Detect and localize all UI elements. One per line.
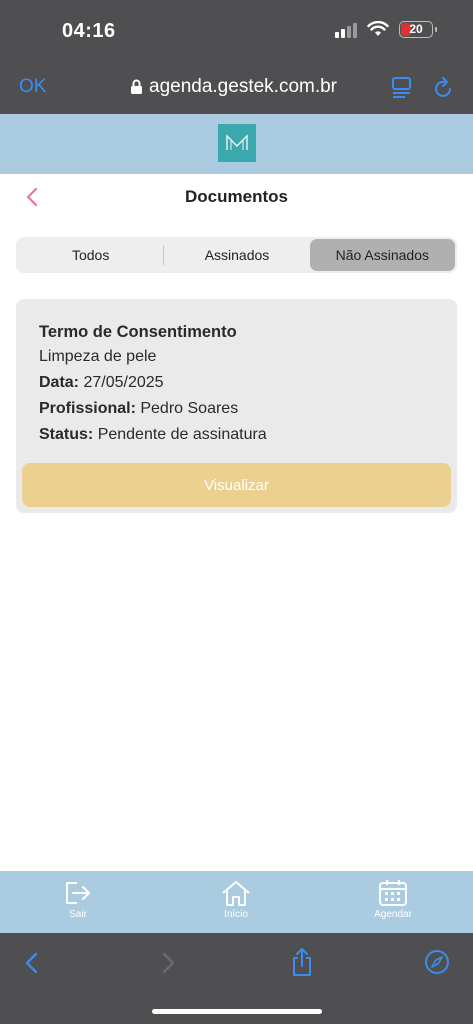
browser-address-bar: OK agenda.gestek.com.br (0, 62, 473, 114)
reload-icon[interactable] (433, 76, 455, 100)
home-icon (222, 881, 250, 906)
browser-toolbar (0, 933, 473, 1024)
logout-icon (66, 882, 90, 904)
document-filter-tabs: Todos Assinados Não Assinados (16, 237, 457, 273)
status-label: Status: (39, 426, 94, 443)
professional-value: Pedro Soares (140, 400, 239, 417)
view-document-button[interactable]: Visualizar (22, 463, 451, 507)
share-icon[interactable] (290, 947, 314, 977)
app-header (0, 114, 473, 174)
calendar-icon (379, 880, 407, 906)
nav-label-inicio: Início (224, 909, 248, 920)
document-professional: Profissional: Pedro Soares (39, 400, 238, 418)
nav-item-agendar[interactable]: Agendar (358, 879, 428, 920)
lock-icon (131, 79, 142, 94)
status-value: Pendente de assinatura (97, 426, 267, 443)
cellular-signal-icon (335, 20, 357, 38)
date-label: Data: (39, 374, 80, 391)
wifi-icon (367, 21, 389, 36)
battery-level: 20 (409, 22, 423, 36)
compass-icon[interactable] (424, 949, 450, 975)
browser-forward-icon[interactable] (158, 951, 178, 975)
status-time: 04:16 (62, 20, 116, 42)
tab-nao-assinados[interactable]: Não Assinados (309, 239, 455, 271)
reader-mode-icon[interactable] (391, 76, 413, 100)
nav-label-sair: Sair (69, 909, 87, 920)
tab-assinados[interactable]: Assinados (164, 239, 309, 271)
url-text: agenda.gestek.com.br (149, 76, 338, 97)
home-indicator[interactable] (152, 1009, 322, 1014)
status-icons: 20 (335, 20, 437, 38)
nav-item-inicio[interactable]: Início (201, 879, 271, 920)
document-card: Termo de Consentimento Limpeza de pele D… (16, 299, 457, 513)
app-bottom-nav: Sair Início Agendar (0, 871, 473, 933)
url-display[interactable]: agenda.gestek.com.br (130, 76, 337, 98)
logo-mark-icon (226, 134, 248, 150)
document-status: Status: Pendente de assinatura (39, 426, 267, 444)
battery-icon: 20 (399, 20, 437, 38)
tab-todos[interactable]: Todos (18, 239, 163, 271)
document-date: Data: 27/05/2025 (39, 374, 164, 392)
status-bar: 04:16 20 (0, 0, 473, 62)
document-title: Termo de Consentimento (39, 323, 237, 341)
nav-label-agendar: Agendar (374, 909, 412, 920)
professional-label: Profissional: (39, 400, 136, 417)
date-value: 27/05/2025 (83, 374, 164, 391)
nav-item-sair[interactable]: Sair (43, 879, 113, 920)
browser-back-icon[interactable] (22, 951, 42, 975)
brand-logo (218, 124, 256, 162)
document-subtitle: Limpeza de pele (39, 348, 157, 365)
ok-button[interactable]: OK (19, 76, 46, 98)
page-title: Documentos (185, 187, 288, 206)
